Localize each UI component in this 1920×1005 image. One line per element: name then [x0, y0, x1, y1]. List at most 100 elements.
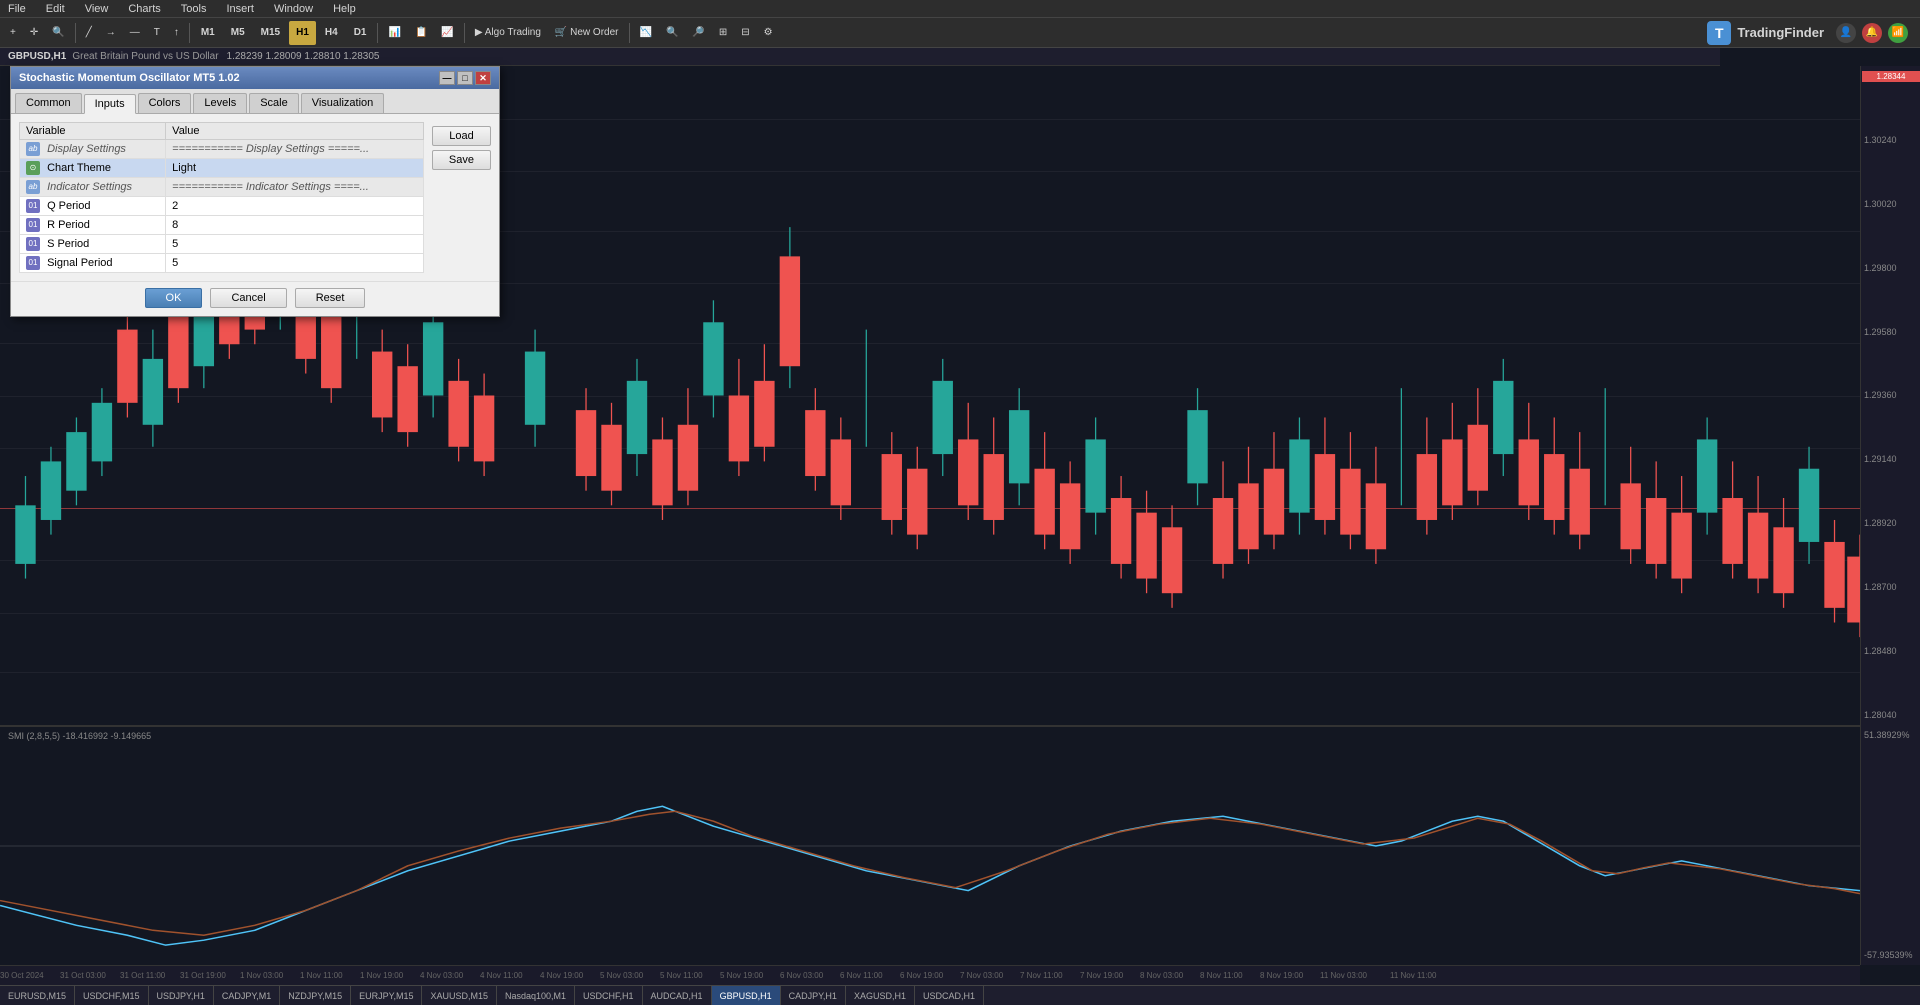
- sym-tab-usdcad[interactable]: USDCAD,H1: [915, 986, 984, 1005]
- menu-file[interactable]: File: [4, 3, 30, 15]
- menu-charts[interactable]: Charts: [124, 3, 164, 15]
- sym-tab-cadjpy[interactable]: CADJPY,M1: [214, 986, 280, 1005]
- signal-label: Signal Period: [47, 257, 112, 269]
- zoom-in-btn[interactable]: 🔍: [46, 21, 70, 45]
- row-signal-period[interactable]: 01 Signal Period 5: [20, 254, 424, 273]
- tf-h1[interactable]: H1: [289, 21, 316, 45]
- line-tool-btn[interactable]: ╱: [80, 21, 98, 45]
- sym-tab-audcad[interactable]: AUDCAD,H1: [643, 986, 712, 1005]
- price-level: 1.28480: [1864, 646, 1917, 656]
- hline-btn[interactable]: —: [124, 21, 146, 45]
- chart-type-btn[interactable]: 📊: [382, 21, 406, 45]
- current-price-tag: 1.28344: [1862, 71, 1920, 82]
- s-period-icon: 01: [26, 237, 40, 251]
- time-label-6: 1 Nov 19:00: [360, 971, 403, 980]
- dialog-close-btn[interactable]: ✕: [475, 71, 491, 85]
- row-q-period[interactable]: 01 Q Period 2: [20, 197, 424, 216]
- tab-common[interactable]: Common: [15, 93, 82, 113]
- cell-q-value[interactable]: 2: [166, 197, 424, 216]
- tab-colors[interactable]: Colors: [138, 93, 192, 113]
- menu-help[interactable]: Help: [329, 3, 360, 15]
- indicators-list-btn[interactable]: 📉: [634, 21, 658, 45]
- signal-icon[interactable]: 📶: [1888, 23, 1908, 43]
- text-btn[interactable]: T: [148, 21, 166, 45]
- sym-tab-eurjpy[interactable]: EURJPY,M15: [351, 986, 422, 1005]
- sym-tab-cadjpyh1[interactable]: CADJPY,H1: [781, 986, 846, 1005]
- tab-levels[interactable]: Levels: [193, 93, 247, 113]
- time-label-23: 11 Nov 11:00: [1390, 971, 1436, 980]
- indicator-btn[interactable]: 📈: [435, 21, 459, 45]
- dialog-content: Variable Value ab Display Settings =====…: [11, 114, 499, 281]
- sym-tab-xagusd[interactable]: XAGUSD,H1: [846, 986, 915, 1005]
- tab-visualization[interactable]: Visualization: [301, 93, 385, 113]
- sym-tab-eurusd[interactable]: EURUSD,M15: [0, 986, 75, 1005]
- menu-window[interactable]: Window: [270, 3, 317, 15]
- sym-tab-gbpusd[interactable]: GBPUSD,H1: [712, 986, 781, 1005]
- sym-tab-usdjpy[interactable]: USDJPY,H1: [149, 986, 214, 1005]
- col-variable: Variable: [20, 123, 166, 140]
- cell-signal-value[interactable]: 5: [166, 254, 424, 273]
- tf-h4[interactable]: H4: [318, 21, 345, 45]
- menu-insert[interactable]: Insert: [222, 3, 258, 15]
- sym-tab-nasdaq[interactable]: Nasdaq100,M1: [497, 986, 575, 1005]
- tf-m5[interactable]: M5: [224, 21, 252, 45]
- notification-icon[interactable]: 🔔: [1862, 23, 1882, 43]
- cell-display-value: =========== Display Settings =====...: [166, 140, 424, 159]
- tf-logo-icon: T: [1707, 21, 1731, 45]
- row-chart-theme[interactable]: ⊙ Chart Theme Light: [20, 159, 424, 178]
- r-label: R Period: [47, 219, 90, 231]
- new-order-btn[interactable]: 🛒 New Order: [549, 21, 625, 45]
- cancel-btn[interactable]: Cancel: [210, 288, 286, 308]
- cell-r-value[interactable]: 8: [166, 216, 424, 235]
- dialog-minimize-btn[interactable]: —: [439, 71, 455, 85]
- arrow-btn[interactable]: ↑: [168, 21, 185, 45]
- reset-btn[interactable]: Reset: [295, 288, 366, 308]
- ok-btn[interactable]: OK: [145, 288, 203, 308]
- row-r-period[interactable]: 01 R Period 8: [20, 216, 424, 235]
- properties-btn[interactable]: ⚙: [758, 21, 779, 45]
- tab-inputs[interactable]: Inputs: [84, 94, 136, 114]
- tab-scale[interactable]: Scale: [249, 93, 299, 113]
- save-btn[interactable]: Save: [432, 150, 491, 170]
- row-indicator-settings[interactable]: ab Indicator Settings =========== Indica…: [20, 178, 424, 197]
- time-label-4: 1 Nov 03:00: [240, 971, 283, 980]
- tf-m15[interactable]: M15: [254, 21, 287, 45]
- ray-btn[interactable]: →: [100, 21, 122, 45]
- new-chart-btn[interactable]: +: [4, 21, 22, 45]
- user-icon[interactable]: 👤: [1836, 23, 1856, 43]
- dialog-table-area: Variable Value ab Display Settings =====…: [19, 122, 424, 273]
- time-label-2: 31 Oct 11:00: [120, 971, 165, 980]
- tf-m1[interactable]: M1: [194, 21, 222, 45]
- cell-signal-name: 01 Signal Period: [20, 254, 166, 273]
- tf-d1[interactable]: D1: [347, 21, 374, 45]
- s-label: S Period: [47, 238, 89, 250]
- algo-trading-btn[interactable]: ▶ Algo Trading: [469, 21, 547, 45]
- sym-tab-usdchf[interactable]: USDCHF,M15: [75, 986, 149, 1005]
- load-btn[interactable]: Load: [432, 126, 491, 146]
- smi-scale: 51.38929% -57.93539%: [1860, 725, 1920, 965]
- col-value: Value: [166, 123, 424, 140]
- dialog-maximize-btn[interactable]: □: [457, 71, 473, 85]
- sep2: [189, 23, 190, 43]
- smi-chart: [0, 727, 1860, 965]
- price-level: 1.28920: [1864, 518, 1917, 528]
- cell-theme-value: Light: [166, 159, 424, 178]
- scroll-right-btn[interactable]: ⊟: [735, 21, 755, 45]
- template-btn[interactable]: 📋: [409, 21, 433, 45]
- price-level: 1.28700: [1864, 582, 1917, 592]
- dialog-body: Variable Value ab Display Settings =====…: [19, 122, 491, 273]
- menu-view[interactable]: View: [81, 3, 113, 15]
- sym-tab-xauusd[interactable]: XAUUSD,M15: [422, 986, 497, 1005]
- sym-tab-usdchfh1[interactable]: USDCHF,H1: [575, 986, 643, 1005]
- sym-tab-nzdjpy[interactable]: NZDJPY,M15: [280, 986, 351, 1005]
- zoom-chart-btn[interactable]: 🔍: [660, 21, 684, 45]
- crosshair-btn[interactable]: ✛: [24, 21, 44, 45]
- zoom-out-btn[interactable]: 🔎: [686, 21, 710, 45]
- cell-s-value[interactable]: 5: [166, 235, 424, 254]
- row-s-period[interactable]: 01 S Period 5: [20, 235, 424, 254]
- menu-edit[interactable]: Edit: [42, 3, 69, 15]
- menu-tools[interactable]: Tools: [177, 3, 211, 15]
- logo-area: T TradingFinder 👤 🔔 📶: [1707, 21, 1916, 45]
- row-display-settings[interactable]: ab Display Settings =========== Display …: [20, 140, 424, 159]
- scroll-left-btn[interactable]: ⊞: [713, 21, 733, 45]
